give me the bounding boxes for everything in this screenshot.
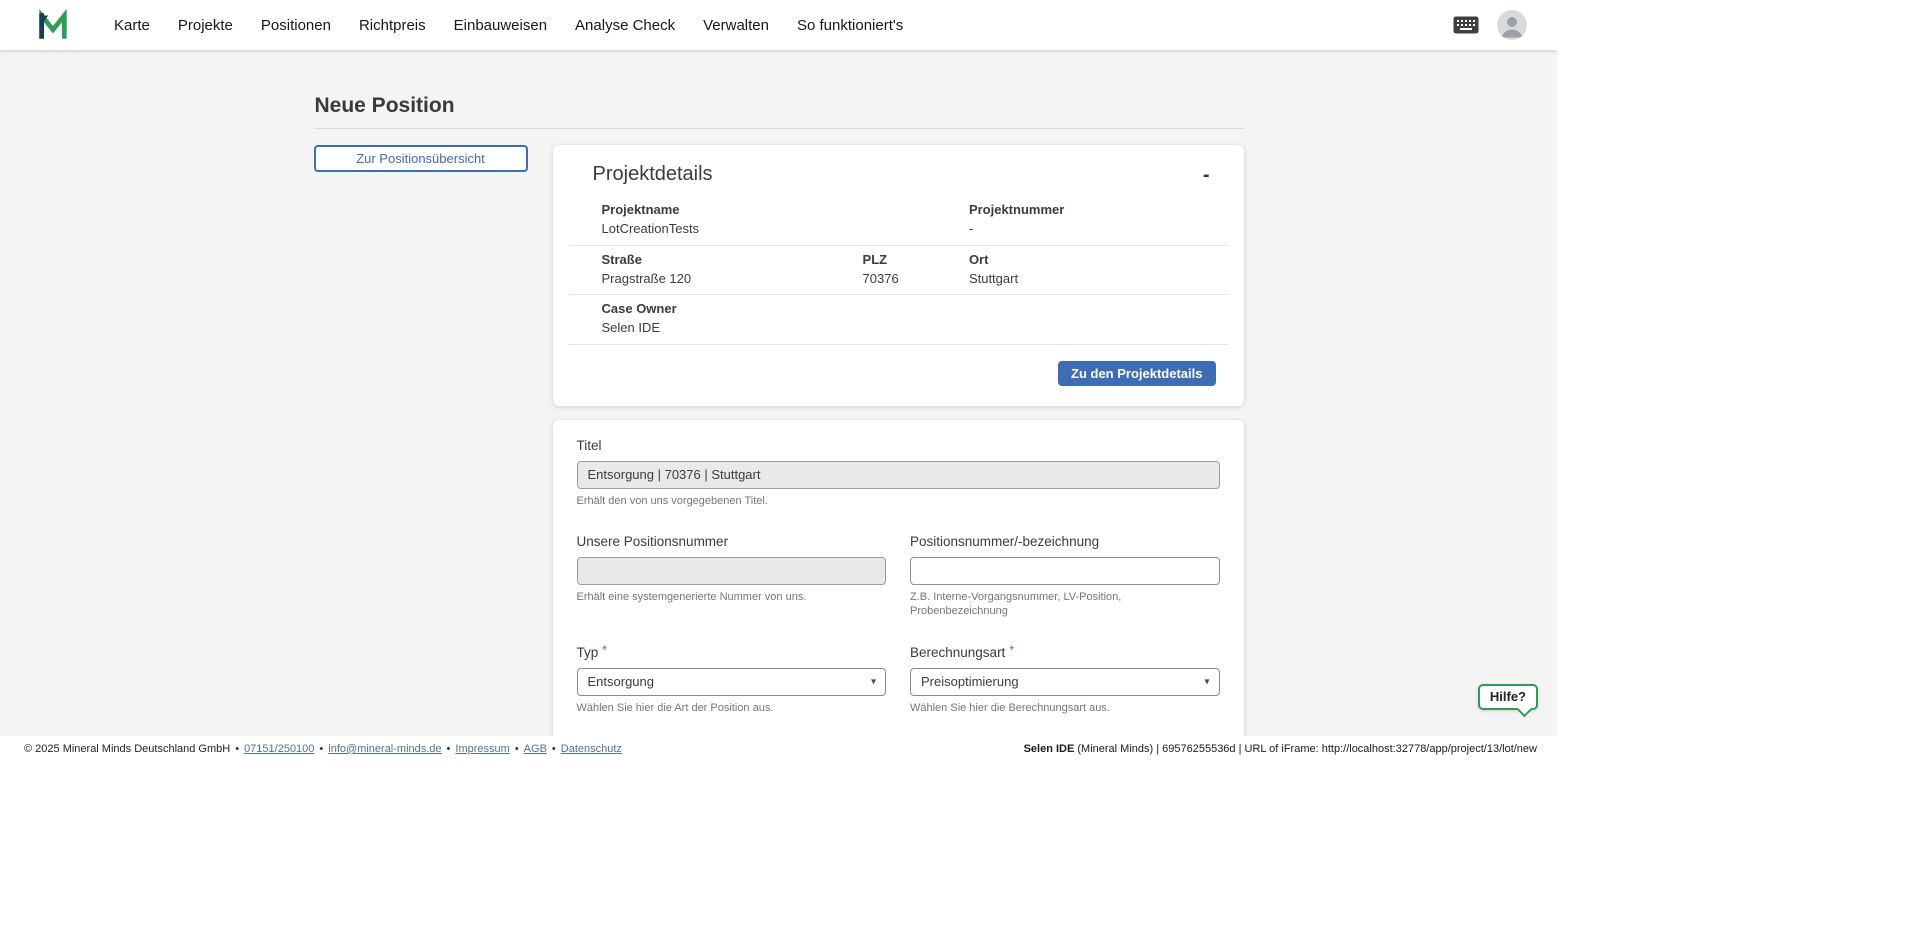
unsere-positionsnummer-label: Unsere Positionsnummer [577, 534, 887, 550]
brand-logo[interactable] [36, 8, 70, 42]
nav-item-verwalten[interactable]: Verwalten [703, 17, 769, 34]
nav-item-positionen[interactable]: Positionen [261, 17, 331, 34]
back-to-positions-button[interactable]: Zur Positionsübersicht [314, 145, 528, 172]
field-ort: Ort Stuttgart [969, 252, 1228, 288]
berechnungsart-helper-text: Wählen Sie hier die Berechnungsart aus. [910, 701, 1220, 715]
mineral-minds-logo-icon [36, 8, 70, 42]
collapse-panel-button[interactable]: - [1197, 165, 1216, 185]
unsere-positionsnummer-input[interactable] [577, 557, 887, 585]
email-link[interactable]: info@mineral-minds.de [328, 743, 441, 755]
case-owner-value: Selen IDE [602, 320, 1228, 336]
field-plz: PLZ 70376 [863, 252, 969, 288]
required-asterisk: * [1009, 644, 1014, 656]
project-details-card: Projektdetails - Projektname LotCreation… [553, 145, 1244, 406]
field-titel: Titel Erhält den von uns vorgegebenen Ti… [577, 438, 1220, 508]
field-projektname: Projektname LotCreationTests [602, 202, 969, 238]
projektnummer-value: - [969, 221, 1228, 237]
footer-left-section: © 2025 Mineral Minds Deutschland GmbH • … [24, 743, 622, 755]
berechnungsart-select[interactable]: Preisoptimierung ▾ [910, 668, 1220, 696]
navbar-right-section [1453, 10, 1527, 40]
positionsbezeichnung-label: Positionsnummer/-bezeichnung [910, 534, 1220, 550]
keyboard-icon[interactable] [1453, 16, 1479, 34]
footer-session-info: (Mineral Minds) | 69576255536d | URL of … [1074, 743, 1537, 755]
positionsbezeichnung-helper-text: Z.B. Interne-Vorgangsnummer, LV-Position… [910, 590, 1220, 619]
typ-helper-text: Wählen Sie hier die Art der Position aus… [577, 701, 887, 715]
berechnungsart-select-value: Preisoptimierung [921, 674, 1019, 689]
top-navbar: Karte Projekte Positionen Richtpreis Ein… [0, 0, 1557, 50]
plz-label: PLZ [863, 252, 969, 268]
positionsbezeichnung-input[interactable] [910, 557, 1220, 585]
project-row-name-number: Projektname LotCreationTests Projektnumm… [569, 196, 1228, 246]
project-card-title: Projektdetails [593, 163, 713, 186]
projektnummer-label: Projektnummer [969, 202, 1228, 218]
ort-label: Ort [969, 252, 1228, 268]
nav-item-so-funktionierts[interactable]: So funktioniert's [797, 17, 903, 34]
titel-input[interactable] [577, 461, 1220, 489]
nav-item-karte[interactable]: Karte [114, 17, 150, 34]
form-row-numbers: Unsere Positionsnummer Erhält eine syste… [577, 534, 1220, 619]
new-position-form-card: Titel Erhält den von uns vorgegebenen Ti… [553, 420, 1244, 737]
chevron-down-icon: ▾ [871, 676, 876, 687]
field-strasse: Straße Pragstraße 120 [602, 252, 863, 288]
project-row-owner: Case Owner Selen IDE [569, 295, 1228, 345]
titel-helper-text: Erhält den von uns vorgegebenen Titel. [577, 494, 1220, 508]
page-title: Neue Position [315, 94, 1244, 118]
chevron-down-icon: ▾ [1204, 676, 1209, 687]
projektname-label: Projektname [602, 202, 969, 218]
main-content: Neue Position Zur Positionsübersicht Pro… [0, 50, 1557, 736]
agb-link[interactable]: AGB [524, 743, 547, 755]
ort-value: Stuttgart [969, 271, 1228, 287]
separator: • [552, 743, 556, 755]
nav-item-analyse-check[interactable]: Analyse Check [575, 17, 675, 34]
strasse-label: Straße [602, 252, 863, 268]
field-positionsbezeichnung: Positionsnummer/-bezeichnung Z.B. Intern… [910, 534, 1220, 619]
footer-right-section: Selen IDE (Mineral Minds) | 69576255536d… [1024, 743, 1537, 755]
title-divider [314, 128, 1244, 129]
copyright-text: © 2025 Mineral Minds Deutschland GmbH [24, 743, 230, 755]
nav-item-einbauweisen[interactable]: Einbauweisen [454, 17, 547, 34]
project-card-actions: Zu den Projektdetails [567, 361, 1230, 386]
field-case-owner: Case Owner Selen IDE [602, 301, 1228, 337]
field-berechnungsart: Berechnungsart * Preisoptimierung ▾ Wähl… [910, 645, 1220, 715]
unsere-positionsnummer-helper-text: Erhält eine systemgenerierte Nummer von … [577, 590, 887, 604]
field-projektnummer: Projektnummer - [969, 202, 1228, 238]
berechnungsart-label: Berechnungsart * [910, 645, 1220, 661]
content-row: Zur Positionsübersicht Projektdetails - … [314, 145, 1244, 736]
strasse-value: Pragstraße 120 [602, 271, 863, 287]
nav-item-richtpreis[interactable]: Richtpreis [359, 17, 426, 34]
field-typ: Typ * Entsorgung ▾ Wählen Sie hier die A… [577, 645, 887, 715]
impressum-link[interactable]: Impressum [455, 743, 509, 755]
footer: © 2025 Mineral Minds Deutschland GmbH • … [0, 736, 1557, 762]
typ-label: Typ * [577, 645, 887, 661]
footer-user-name: Selen IDE [1024, 743, 1075, 755]
field-unsere-positionsnummer: Unsere Positionsnummer Erhält eine syste… [577, 534, 887, 619]
separator: • [447, 743, 451, 755]
datenschutz-link[interactable]: Datenschutz [561, 743, 622, 755]
form-row-type: Typ * Entsorgung ▾ Wählen Sie hier die A… [577, 645, 1220, 715]
separator: • [235, 743, 239, 755]
user-avatar[interactable] [1497, 10, 1527, 40]
right-column: Projektdetails - Projektname LotCreation… [553, 145, 1244, 736]
required-asterisk: * [602, 644, 607, 656]
page-container: Neue Position Zur Positionsübersicht Pro… [314, 50, 1244, 736]
project-card-header[interactable]: Projektdetails - [567, 163, 1230, 186]
separator: • [515, 743, 519, 755]
berechnungsart-label-text: Berechnungsart [910, 645, 1005, 661]
separator: • [319, 743, 323, 755]
left-column: Zur Positionsübersicht [314, 145, 528, 172]
plz-value: 70376 [863, 271, 969, 287]
go-to-project-details-button[interactable]: Zu den Projektdetails [1058, 361, 1215, 386]
project-row-address: Straße Pragstraße 120 PLZ 70376 Ort Stut… [569, 246, 1228, 296]
phone-link[interactable]: 07151/250100 [244, 743, 314, 755]
nav-item-projekte[interactable]: Projekte [178, 17, 233, 34]
main-nav: Karte Projekte Positionen Richtpreis Ein… [114, 17, 903, 34]
projektname-value: LotCreationTests [602, 221, 969, 237]
titel-label: Titel [577, 438, 1220, 454]
typ-select[interactable]: Entsorgung ▾ [577, 668, 887, 696]
help-button[interactable]: Hilfe? [1478, 684, 1538, 710]
case-owner-label: Case Owner [602, 301, 1228, 317]
app-window: Karte Projekte Positionen Richtpreis Ein… [0, 0, 1557, 762]
typ-select-value: Entsorgung [588, 674, 655, 689]
typ-label-text: Typ [577, 645, 599, 661]
